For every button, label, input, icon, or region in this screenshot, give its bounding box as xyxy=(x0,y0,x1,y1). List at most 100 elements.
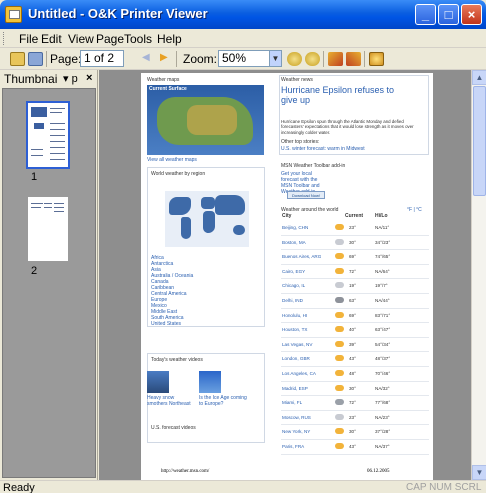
city-name[interactable]: Houston, TX xyxy=(282,327,307,332)
city-row[interactable]: Paris, FRA 43° NA/37° xyxy=(281,440,429,455)
city-name[interactable]: Los Angeles, CA xyxy=(282,371,316,376)
help-icon[interactable] xyxy=(369,52,384,66)
current-temp: 72° xyxy=(349,268,356,274)
units-toggle[interactable]: °F | °C xyxy=(407,207,422,213)
page-field[interactable]: 1 of 2 xyxy=(80,50,124,67)
city-name[interactable]: Paris, FRA xyxy=(282,444,304,449)
previous-page-icon[interactable]: ◀ xyxy=(142,52,157,66)
printer-viewer-icon[interactable] xyxy=(5,6,22,23)
city-name[interactable]: Miami, FL xyxy=(282,400,302,405)
city-name[interactable]: New York, NY xyxy=(282,429,310,434)
current-temp: 40° xyxy=(349,327,356,333)
city-row[interactable]: Boston, MA 30° 34°/23° xyxy=(281,236,429,251)
close-panel-icon[interactable]: × xyxy=(86,72,92,84)
menu-page[interactable]: Page xyxy=(96,32,124,46)
zoom-in-icon[interactable] xyxy=(287,52,302,66)
vertical-scrollbar[interactable]: ▲ ▼ xyxy=(471,70,486,480)
zoom-field[interactable]: 50% xyxy=(218,50,270,67)
us-forecast-videos[interactable]: U.S. forecast videos xyxy=(151,425,196,431)
maximize-button[interactable]: □ xyxy=(438,4,459,25)
thumbnail-title: Thumbnai xyxy=(4,72,58,86)
menu-grip[interactable] xyxy=(3,32,6,45)
current-temp: 30° xyxy=(349,239,356,245)
scroll-up-icon[interactable]: ▲ xyxy=(472,70,486,85)
hi-lo-temp: 19°/7° xyxy=(375,283,388,289)
current-temp: 39° xyxy=(349,341,356,347)
city-row[interactable]: Cairo, EGY 72° NA/64° xyxy=(281,265,429,280)
zoom-dropdown-icon[interactable]: ▼ xyxy=(269,50,282,67)
city-row[interactable]: Los Angeles, CA 48° 70°/46° xyxy=(281,367,429,382)
zoom-out-icon[interactable] xyxy=(305,52,320,66)
scroll-thumb[interactable] xyxy=(473,86,486,196)
city-row[interactable]: Chicago, IL 19° 19°/7° xyxy=(281,279,429,294)
view-all-maps-link[interactable]: View all weather maps xyxy=(147,157,197,163)
thumbnail-page-1[interactable] xyxy=(26,101,70,169)
video-thumbnail[interactable] xyxy=(199,371,221,393)
city-name[interactable]: London, GBR xyxy=(282,356,310,361)
city-name[interactable]: Moscow, RUS xyxy=(282,415,311,420)
open-icon[interactable] xyxy=(10,52,25,66)
city-name[interactable]: Madrid, ESP xyxy=(282,386,308,391)
weather-news-heading: Weather news xyxy=(281,77,313,83)
city-row[interactable]: Miami, FL 72° 77°/68° xyxy=(281,396,429,411)
city-row[interactable]: Madrid, ESP 30° NA/32° xyxy=(281,382,429,397)
city-name[interactable]: Cairo, EGY xyxy=(282,269,305,274)
city-row[interactable]: Houston, TX 40° 63°/47° xyxy=(281,323,429,338)
city-name[interactable]: Beijing, CHN xyxy=(282,225,308,230)
city-row[interactable]: Buenos Aires, ARG 69° 74°/65° xyxy=(281,250,429,265)
weather-condition-icon xyxy=(335,311,344,318)
current-temp: 19° xyxy=(349,283,356,289)
video-caption[interactable]: Heavy snow smothers Northeast xyxy=(147,395,195,407)
thumbnail-list[interactable]: 1 2 xyxy=(2,88,96,478)
city-name[interactable]: Chicago, IL xyxy=(282,283,305,288)
weather-condition-icon xyxy=(335,238,344,245)
print-icon[interactable] xyxy=(28,52,43,66)
city-name[interactable]: Buenos Aires, ARG xyxy=(282,254,321,259)
pin-icon[interactable]: ▾ p xyxy=(63,72,78,85)
city-row[interactable]: Delhi, IND 63° NA/44° xyxy=(281,294,429,309)
city-name[interactable]: Las Vegas, NV xyxy=(282,342,312,347)
window-title: Untitled - O&K Printer Viewer xyxy=(28,6,208,21)
city-name[interactable]: Honolulu, HI xyxy=(282,313,307,318)
document-viewer[interactable]: Weather maps Current Surface View all we… xyxy=(99,70,471,480)
menu-file[interactable]: File xyxy=(19,32,38,46)
city-row[interactable]: Las Vegas, NV 39° 54°/34° xyxy=(281,338,429,353)
menu-view[interactable]: View xyxy=(68,32,94,46)
weather-maps-heading: Weather maps xyxy=(147,77,180,83)
toolbar-separator xyxy=(176,51,177,67)
city-name[interactable]: Boston, MA xyxy=(282,240,306,245)
video-caption[interactable]: Is the Ice Age coming to Europe? xyxy=(199,395,251,407)
scroll-down-icon[interactable]: ▼ xyxy=(472,465,486,480)
city-row[interactable]: Beijing, CHN 23° NA/11° xyxy=(281,221,429,236)
news-story: Hurricane Epsilon spun through the Atlan… xyxy=(281,119,414,135)
menu-edit[interactable]: Edit xyxy=(41,32,62,46)
document-page: Weather maps Current Surface View all we… xyxy=(141,73,433,480)
weather-condition-icon xyxy=(335,369,344,376)
world-map[interactable] xyxy=(165,191,249,247)
thumbnail-page-2[interactable] xyxy=(28,197,68,261)
region-link[interactable]: United States xyxy=(151,321,181,327)
city-name[interactable]: Delhi, IND xyxy=(282,298,303,303)
close-button[interactable]: × xyxy=(461,4,482,25)
weather-condition-icon xyxy=(335,296,344,303)
city-row[interactable]: New York, NY 30° 37°/28° xyxy=(281,425,429,440)
hi-lo-temp: NA/64° xyxy=(375,268,390,274)
menu-tools[interactable]: Tools xyxy=(124,32,152,46)
weather-condition-icon xyxy=(335,253,344,260)
rotate-left-icon[interactable] xyxy=(328,52,343,66)
us-weather-map[interactable]: Current Surface xyxy=(147,85,264,155)
news-headline[interactable]: Hurricane Epsilon refuses to give up xyxy=(281,85,411,105)
video-thumbnail[interactable] xyxy=(147,371,169,393)
city-row[interactable]: London, GBR 43° 48°/37° xyxy=(281,352,429,367)
minimize-button[interactable]: _ xyxy=(415,4,436,25)
title-bar[interactable]: Untitled - O&K Printer Viewer _ □ × xyxy=(0,0,486,29)
city-row[interactable]: Moscow, RUS 23° NA/23° xyxy=(281,411,429,426)
other-story-link[interactable]: U.S. winter forecast: warm in Midwest xyxy=(281,146,365,152)
city-row[interactable]: Honolulu, HI 69° 83°/71° xyxy=(281,309,429,324)
download-now-button[interactable]: Download Now! xyxy=(287,191,325,199)
rotate-right-icon[interactable] xyxy=(346,52,361,66)
weather-condition-icon xyxy=(335,399,344,406)
keyboard-indicators: CAP NUM SCRL xyxy=(406,482,482,493)
next-page-icon[interactable]: ▶ xyxy=(160,52,175,66)
menu-help[interactable]: Help xyxy=(157,32,182,46)
